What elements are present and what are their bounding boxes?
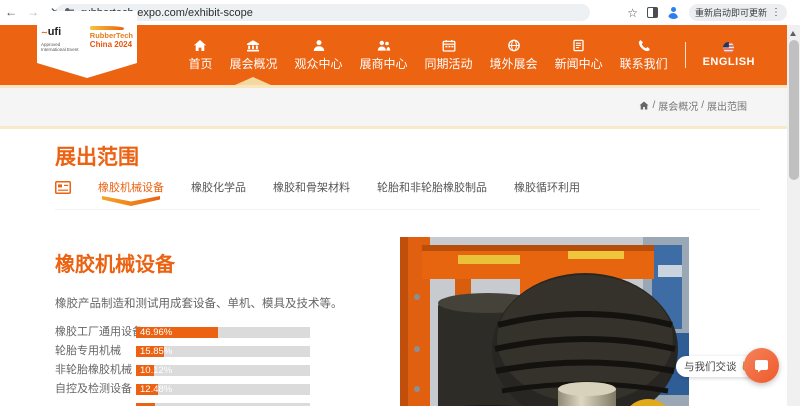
- rubbertech-logo: RubberTech China 2024: [90, 26, 133, 49]
- news-icon: [572, 39, 586, 52]
- active-nav-pennant: [235, 77, 271, 85]
- chart-row: 自控及检测设备 12.48%: [55, 384, 390, 395]
- exhibit-scope-icon: [55, 181, 71, 194]
- breadcrumb-home-icon[interactable]: [639, 101, 649, 110]
- bar-track: 10.12%: [136, 365, 310, 376]
- breadcrumb-band: / 展会概况 / 展出范围: [0, 88, 787, 126]
- us-flag-icon: [723, 42, 734, 53]
- nav-label: 首页: [188, 55, 212, 72]
- chat-invite-label: 与我们交谈: [684, 359, 737, 374]
- nav-label: 新闻中心: [555, 55, 603, 72]
- scrollbar-thumb[interactable]: [789, 40, 799, 180]
- bar-track: 12.48%: [136, 384, 310, 395]
- ufi-logo-subtext: Approved International Event: [41, 42, 84, 52]
- tab-rubber-and-skeleton-materials[interactable]: 橡胶和骨架材料: [273, 179, 350, 195]
- tab-label: 橡胶循环利用: [514, 182, 580, 194]
- tab-rubber-recycling[interactable]: 橡胶循环利用: [514, 179, 580, 195]
- nav-item-exhibitor-center[interactable]: 展商中心: [360, 25, 408, 85]
- tab-rubber-chemicals[interactable]: 橡胶化学品: [191, 179, 246, 195]
- tire-machinery-photo: [400, 237, 689, 406]
- nav-label: 境外展会: [490, 55, 538, 72]
- chart-row: 轮胎专用机械 15.85%: [55, 346, 390, 357]
- bar-track: 46.96%: [136, 327, 310, 338]
- tab-rubber-machinery[interactable]: 橡胶机械设备: [98, 179, 164, 195]
- breadcrumb-level1[interactable]: 展会概况: [658, 98, 698, 113]
- chart-row: 非轮胎橡胶机械 10.12%: [55, 365, 390, 376]
- chat-launcher-button[interactable]: [744, 348, 779, 383]
- breadcrumb-sep: /: [701, 100, 704, 111]
- nav-item-concurrent-events[interactable]: 同期活动: [425, 25, 473, 85]
- nav-item-contact-us[interactable]: 联系我们: [620, 25, 668, 85]
- nav-item-exhibition-overview[interactable]: 展会概况: [229, 25, 277, 85]
- chart-row: 橡胶工厂通用设备 46.96%: [55, 327, 390, 338]
- ufi-swoosh-icon: ∼: [41, 28, 48, 37]
- breadcrumb: / 展会概况 / 展出范围: [639, 98, 747, 113]
- nav-item-home[interactable]: 首页: [188, 25, 212, 85]
- nav-label: 同期活动: [425, 55, 473, 72]
- chat-bubble-icon: [754, 359, 769, 373]
- ufi-logo-text: ufi: [48, 26, 61, 38]
- ufi-logo: ∼ufi Approved International Event: [41, 22, 84, 52]
- bar-value: 10.12%: [140, 365, 172, 376]
- profile-avatar-icon[interactable]: [667, 6, 680, 19]
- breadcrumb-level2[interactable]: 展出范围: [707, 98, 747, 113]
- nav-item-overseas-exhibitions[interactable]: 境外展会: [490, 25, 538, 85]
- nav-item-news-center[interactable]: 新闻中心: [555, 25, 603, 85]
- page-scrollbar[interactable]: [787, 25, 800, 406]
- bar-label: 轮胎专用机械: [55, 346, 133, 357]
- language-label: ENGLISH: [703, 56, 755, 68]
- nav-item-visitor-center[interactable]: 观众中心: [295, 25, 343, 85]
- bar-label: 自控及检测设备: [55, 384, 133, 395]
- event-name-text: RubberTech: [90, 32, 133, 40]
- language-switch-english[interactable]: ENGLISH: [703, 42, 755, 68]
- globe-icon: [507, 39, 521, 52]
- bar-value: 15.85%: [140, 346, 172, 357]
- nav-label: 展商中心: [360, 55, 408, 72]
- bookmark-star-icon[interactable]: ☆: [627, 6, 638, 20]
- menu-dots-icon[interactable]: ⋮: [771, 7, 781, 18]
- landmark-icon: [246, 39, 260, 52]
- app-window: ← → ✕ rubbertech-expo.com/exhibit-scope …: [0, 0, 800, 406]
- bar-value: 12.48%: [140, 384, 172, 395]
- nav-label: 展会概况: [229, 55, 277, 72]
- nav-label: 联系我们: [620, 55, 668, 72]
- phone-icon: [637, 39, 651, 52]
- calendar-icon: [442, 39, 456, 52]
- tab-tire-and-nontire-products[interactable]: 轮胎和非轮胎橡胶制品: [377, 179, 487, 195]
- update-label: 重新启动即可更新: [695, 6, 767, 19]
- scrollbar-up-arrow[interactable]: [790, 31, 796, 36]
- back-icon[interactable]: ←: [0, 0, 22, 25]
- main-nav: 首页 展会概况 观众中心 展商中心 同期活动 境外展会: [188, 25, 755, 85]
- breadcrumb-sep: /: [652, 100, 655, 111]
- exhibit-share-bar-chart: 橡胶工厂通用设备 46.96% 轮胎专用机械 15.85% 非轮胎橡胶机械 10…: [55, 327, 390, 406]
- tab-label: 橡胶和骨架材料: [273, 182, 350, 194]
- tab-label: 橡胶机械设备: [98, 182, 164, 194]
- bar-track: 15.85%: [136, 346, 310, 357]
- band-accent-line: [0, 126, 787, 129]
- logo-card[interactable]: ∼ufi Approved International Event Rubber…: [37, 11, 137, 63]
- home-icon: [193, 39, 207, 52]
- bar-value: 46.96%: [140, 327, 172, 338]
- section-heading: 橡胶机械设备: [55, 248, 175, 277]
- tabs-row: 橡胶机械设备 橡胶化学品 橡胶和骨架材料 轮胎和非轮胎橡胶制品 橡胶循环利用: [55, 179, 760, 210]
- event-edition-text: China 2024: [90, 40, 133, 49]
- side-panel-icon[interactable]: [647, 7, 658, 18]
- nav-divider: [685, 42, 686, 68]
- bar-label: 非轮胎橡胶机械: [55, 365, 133, 376]
- rubbertech-swoosh-icon: [90, 26, 124, 30]
- chrome-update-button[interactable]: 重新启动即可更新 ⋮: [689, 4, 787, 21]
- active-tab-chevron: [102, 196, 160, 206]
- bar-label: 橡胶工厂通用设备: [55, 327, 133, 338]
- tab-label: 橡胶化学品: [191, 182, 246, 194]
- user-icon: [312, 39, 326, 52]
- users-icon: [377, 39, 391, 52]
- tab-label: 轮胎和非轮胎橡胶制品: [377, 182, 487, 194]
- page-title: 展出范围: [55, 141, 139, 171]
- nav-label: 观众中心: [295, 55, 343, 72]
- section-description: 橡胶产品制造和测试用成套设备、单机、模具及技术等。: [55, 295, 343, 311]
